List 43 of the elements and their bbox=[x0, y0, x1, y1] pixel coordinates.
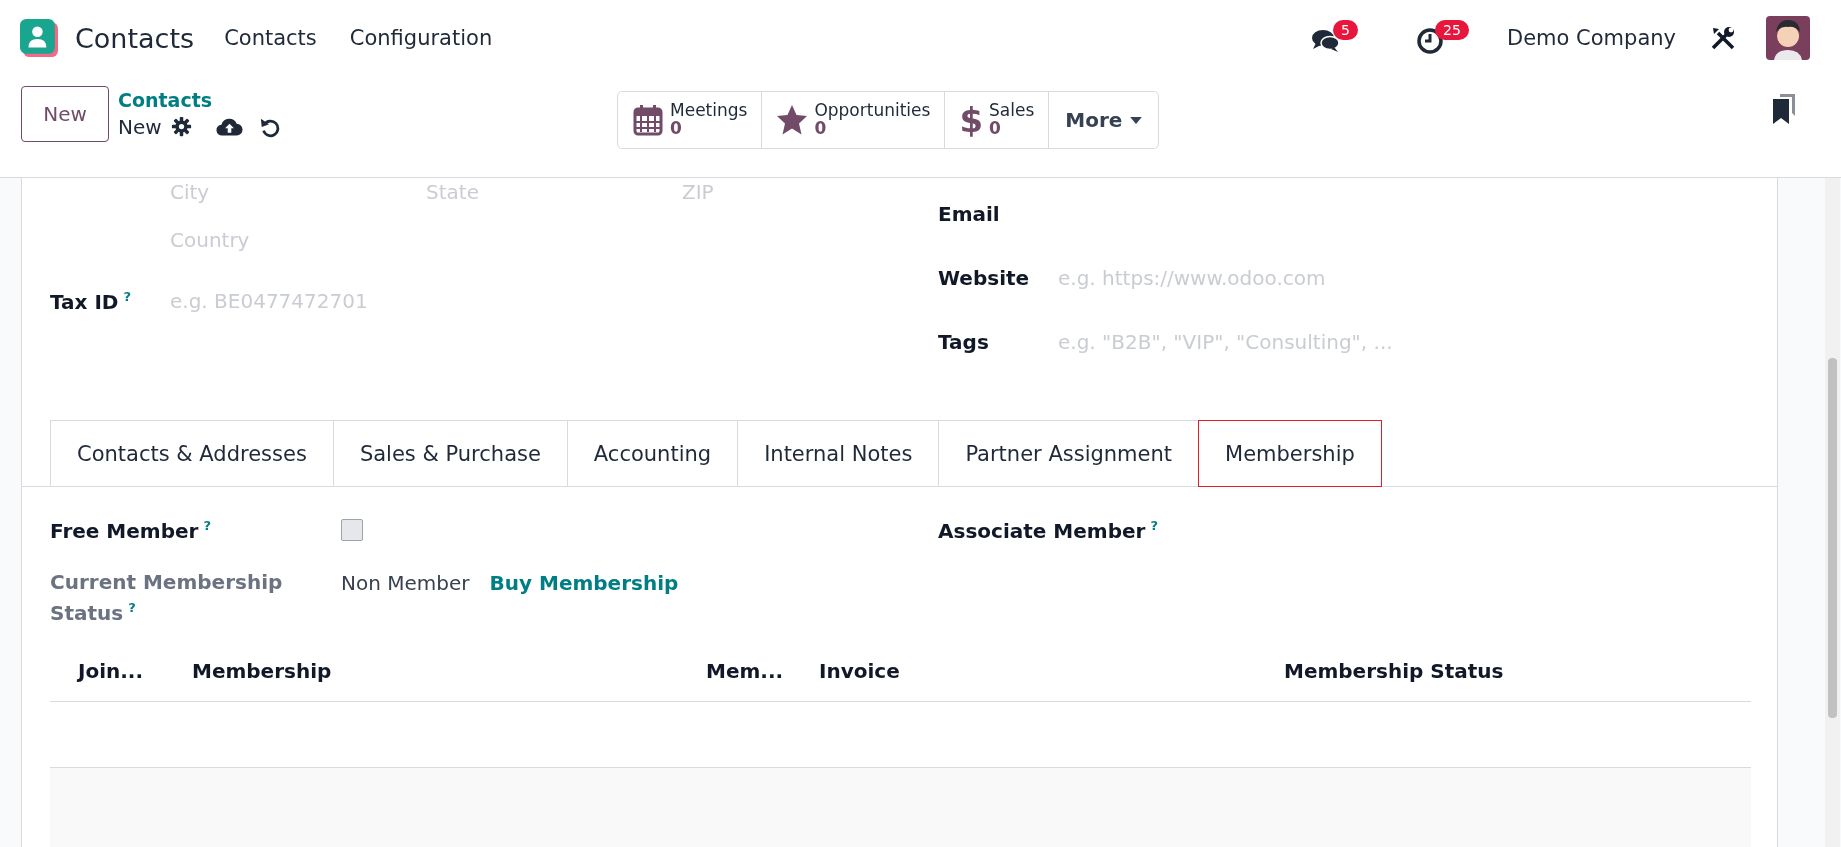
buy-membership-link[interactable]: Buy Membership bbox=[489, 571, 679, 595]
column-header[interactable]: Join... bbox=[50, 659, 192, 683]
field-label: Current Membership Status $^{?}$ bbox=[50, 569, 284, 627]
field-label: Tax ID $^{?}$ bbox=[50, 288, 132, 314]
field-label: Email bbox=[938, 202, 1001, 226]
notification-badge: 25 bbox=[1435, 20, 1469, 40]
settings-icon[interactable] bbox=[170, 116, 192, 137]
tools-icon[interactable] bbox=[1710, 25, 1736, 51]
scrollbar[interactable] bbox=[1825, 178, 1840, 847]
tab[interactable]: Membership bbox=[1198, 420, 1382, 487]
column-header[interactable]: Mem... bbox=[706, 659, 819, 683]
column-header[interactable]: Membership bbox=[192, 659, 706, 683]
menu-item[interactable]: Contacts bbox=[224, 26, 317, 50]
field-label: Tags bbox=[938, 330, 990, 354]
company-switcher[interactable]: Demo Company bbox=[1507, 26, 1676, 50]
column-header[interactable]: Invoice bbox=[819, 659, 1284, 683]
checkbox[interactable] bbox=[341, 519, 363, 541]
new-button[interactable]: New bbox=[21, 85, 109, 142]
breadcrumb-link[interactable]: Contacts bbox=[118, 88, 281, 111]
column-header[interactable]: Membership Status bbox=[1284, 659, 1504, 683]
field-label: Website bbox=[938, 266, 1031, 290]
clock-icon[interactable] bbox=[1415, 27, 1445, 55]
stat-button[interactable]: Opportunities 0 bbox=[762, 92, 946, 148]
record-title: New bbox=[118, 114, 162, 139]
cloud-upload-icon[interactable] bbox=[215, 116, 243, 137]
more-button[interactable]: More bbox=[1049, 92, 1159, 148]
status-value: Non Member bbox=[341, 571, 470, 595]
star-icon bbox=[776, 104, 809, 136]
caret-icon bbox=[1130, 116, 1143, 124]
field-label: Associate Member $^{?}$ bbox=[938, 517, 1158, 543]
user-avatar[interactable] bbox=[1766, 16, 1810, 60]
bookmark-icon[interactable] bbox=[1773, 94, 1795, 124]
notification-badge: 5 bbox=[1333, 20, 1358, 40]
app-name[interactable]: Contacts bbox=[75, 22, 195, 54]
tab[interactable]: Contacts & Addresses bbox=[50, 420, 334, 486]
calendar-icon bbox=[632, 104, 664, 136]
app-logo-icon[interactable] bbox=[20, 19, 58, 57]
scrollbar-thumb[interactable] bbox=[1828, 358, 1837, 718]
stat-button[interactable]: Meetings 0 bbox=[618, 92, 763, 148]
field-label: Free Member $^{?}$ bbox=[50, 517, 212, 543]
dollar-icon: $ bbox=[959, 100, 984, 140]
menu-item[interactable]: Configuration bbox=[349, 26, 493, 50]
chat-icon[interactable] bbox=[1311, 27, 1341, 55]
